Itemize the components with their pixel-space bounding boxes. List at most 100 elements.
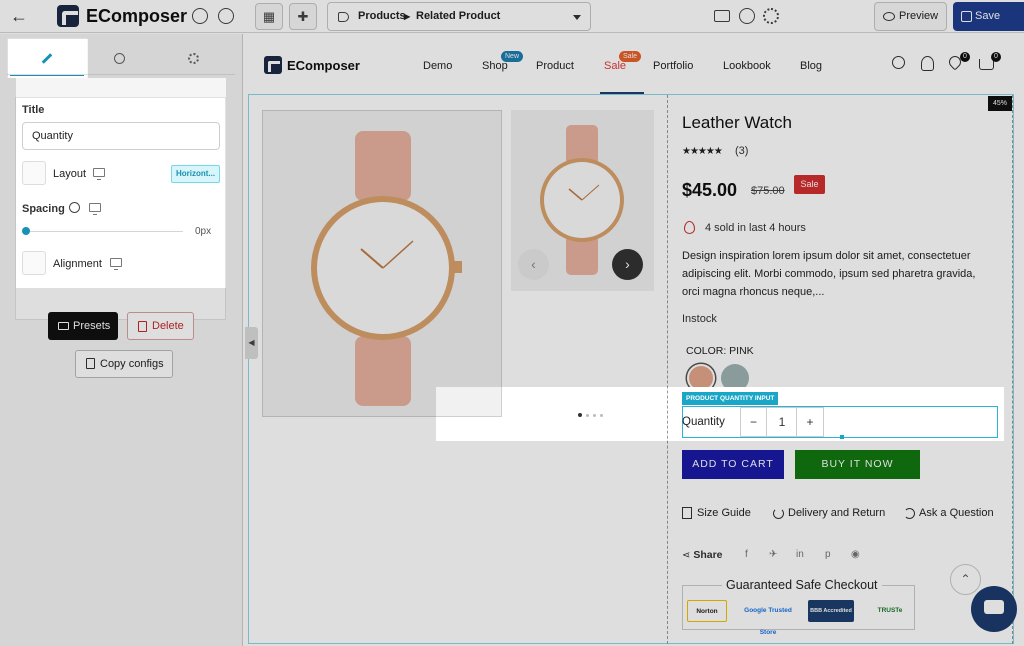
spacing-slider-thumb[interactable] [22, 227, 30, 235]
desktop-icon[interactable] [89, 203, 101, 215]
chevron-down-icon [573, 15, 581, 20]
norton-badge: Norton [687, 600, 727, 622]
presets-button[interactable]: Presets [48, 312, 118, 340]
color-label: COLOR: PINK [686, 345, 754, 357]
quantity-stepper[interactable]: − 1 + [740, 407, 824, 437]
add-to-cart-button[interactable]: ADD TO CART [682, 450, 784, 479]
palette-icon [113, 52, 125, 64]
breadcrumb-related-product: Related Product [416, 10, 501, 22]
save-button[interactable]: Save [953, 2, 1024, 31]
layout-value-button[interactable]: Horizont... [171, 165, 220, 183]
top-toolbar: ← EComposer ▦ ✚ Products ▶ Related Produ… [0, 0, 1024, 33]
nav-item-portfolio[interactable]: Portfolio [653, 60, 693, 72]
site-name: EComposer [287, 58, 360, 73]
preview-button[interactable]: Preview [874, 2, 947, 31]
desktop-icon[interactable] [93, 168, 105, 180]
chat-bubble-button[interactable] [971, 586, 1017, 632]
nav-item-shop[interactable]: Shop [482, 60, 508, 72]
settings-gear-icon[interactable] [763, 8, 779, 24]
tab-content[interactable] [7, 38, 87, 78]
align-left-icon [22, 251, 46, 275]
quantity-value[interactable]: 1 [768, 408, 796, 436]
quantity-element-outline[interactable] [682, 406, 998, 438]
breadcrumb-products: Products [358, 10, 406, 22]
resize-handle[interactable] [840, 435, 844, 439]
copy-configs-button[interactable]: Copy configs [75, 350, 173, 378]
desktop-icon[interactable] [110, 258, 122, 270]
discount-badge: 45% [988, 96, 1012, 111]
nav-item-product[interactable]: Product [536, 60, 574, 72]
ask-question-link[interactable]: Ask a Question [904, 507, 994, 519]
help-icon[interactable] [218, 8, 234, 24]
nav-item-demo[interactable]: Demo [423, 60, 452, 72]
tab-advanced[interactable] [153, 38, 233, 78]
trash-icon [138, 321, 147, 332]
site-logo-icon [264, 56, 282, 74]
size-guide-label: Size Guide [697, 507, 751, 519]
tab-style[interactable] [79, 38, 159, 78]
layout-label: Layout [53, 168, 87, 180]
nav-item-lookbook[interactable]: Lookbook [723, 60, 771, 72]
column-divider [1012, 95, 1013, 644]
refresh-icon [904, 507, 915, 519]
caret-right-icon: ▶ [404, 12, 411, 21]
share-label: Share [693, 549, 723, 561]
column-divider [667, 95, 668, 644]
share-row: ⋖ Share [682, 549, 723, 561]
grid-layout-icon[interactable]: ▦ [255, 3, 283, 30]
back-arrow-icon[interactable]: ← [8, 6, 30, 26]
pencil-icon [41, 52, 53, 64]
folder-icon [58, 322, 69, 330]
user-icon[interactable] [921, 56, 934, 71]
safe-checkout-title: Guaranteed Safe Checkout [722, 578, 882, 592]
alignment-label: Alignment [53, 258, 102, 270]
nav-item-blog[interactable]: Blog [800, 60, 822, 72]
save-label: Save [975, 10, 1001, 22]
nav-badge-sale: Sale [619, 51, 642, 62]
google-trusted-badge: Google Trusted Store [744, 607, 792, 636]
tag-icon [338, 12, 349, 22]
decrease-button[interactable]: − [741, 408, 767, 436]
spacing-value: 0px [195, 226, 212, 237]
product-description: Design inspiration lorem ipsum dolor sit… [682, 250, 976, 298]
bbb-badge: BBB Accredited [808, 600, 854, 622]
element-settings-panel: Title Layout Horizont... Spacing 0px Ali… [0, 34, 243, 646]
delete-button[interactable]: Delete [127, 312, 194, 340]
clock-icon[interactable] [739, 8, 755, 24]
properties-card: Title Layout Horizont... Spacing 0px Ali… [15, 97, 226, 320]
desktop-view-icon[interactable] [714, 10, 730, 22]
pinterest-icon[interactable]: p [825, 549, 831, 560]
product-main-image[interactable] [262, 110, 502, 417]
thumb-prev-button[interactable]: ‹ [518, 249, 549, 280]
twitter-icon[interactable]: ✈ [769, 549, 777, 560]
rating-count[interactable]: (3) [735, 145, 748, 157]
increase-button[interactable]: + [796, 408, 823, 436]
facebook-icon[interactable]: f [745, 549, 748, 560]
plugin-puzzle-icon[interactable]: ✚ [289, 3, 317, 30]
sync-icon[interactable] [69, 202, 80, 213]
reddit-icon[interactable]: ◉ [851, 549, 860, 560]
spacing-slider-track[interactable] [26, 231, 183, 232]
page-selector-dropdown[interactable]: Products ▶ Related Product [327, 2, 591, 31]
history-icon[interactable] [192, 8, 208, 24]
flame-icon [684, 221, 695, 234]
layout-icon [22, 161, 46, 185]
rating-stars: ★★★★★ [682, 146, 723, 157]
title-input[interactable] [22, 122, 220, 150]
collapse-panel-button[interactable]: ◀ [245, 327, 258, 359]
size-guide-link[interactable]: Size Guide [682, 507, 751, 520]
linkedin-icon[interactable]: in [796, 549, 804, 560]
search-icon[interactable] [892, 56, 905, 69]
thumb-next-button[interactable]: › [612, 249, 643, 280]
ruler-icon [682, 507, 692, 520]
sold-counter: 4 sold in last 4 hours [705, 222, 806, 234]
slider-dots[interactable] [578, 404, 607, 422]
preview-label: Preview [899, 10, 939, 22]
product-price: $45.00 [682, 180, 738, 200]
scroll-to-top-button[interactable]: ⌃ [950, 564, 981, 595]
buy-now-button[interactable]: BUY IT NOW [795, 450, 920, 479]
clipboard-icon [86, 358, 95, 369]
presets-label: Presets [73, 320, 111, 332]
element-type-tag[interactable]: PRODUCT QUANTITY INPUT [682, 392, 779, 405]
delivery-return-link[interactable]: Delivery and Return [773, 507, 885, 519]
